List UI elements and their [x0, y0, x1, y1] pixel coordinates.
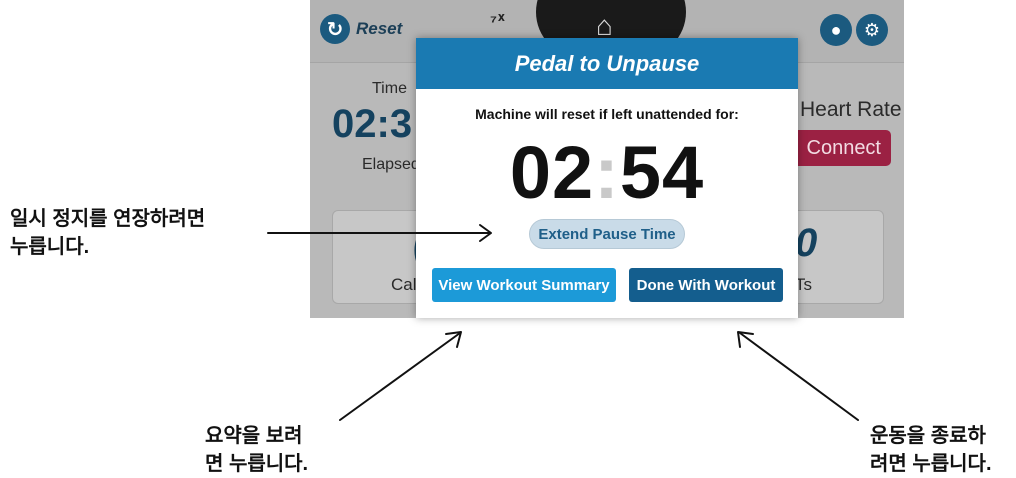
- done-annotation: 운동을 종료하 려면 누릅니다.: [870, 422, 992, 478]
- summary-annotation-line1: 요약을 보려: [205, 425, 303, 447]
- summary-arrow: [339, 332, 461, 421]
- summary-annotation-line2: 면 누릅니다.: [205, 453, 309, 475]
- extend-annotation-line2: 누릅니다.: [10, 236, 90, 258]
- done-annotation-line2: 려면 누릅니다.: [870, 453, 992, 475]
- extend-annotation-line1: 일시 정지를 연장하려면: [10, 208, 206, 230]
- done-arrow: [739, 332, 859, 421]
- extend-annotation: 일시 정지를 연장하려면 누릅니다.: [10, 205, 205, 261]
- done-annotation-line1: 운동을 종료하: [870, 425, 986, 447]
- summary-annotation: 요약을 보려 면 누릅니다.: [205, 422, 308, 478]
